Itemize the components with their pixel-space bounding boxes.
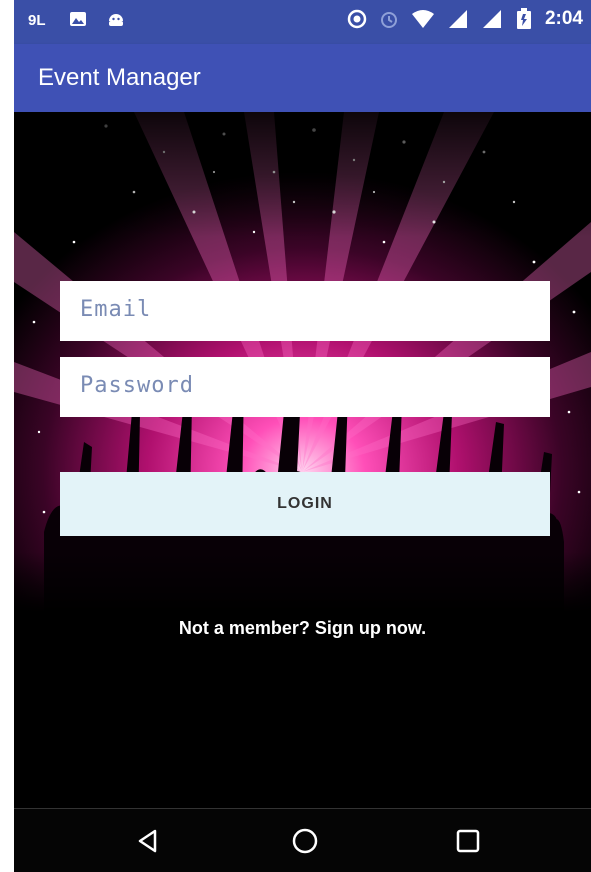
app-bar: Event Manager — [14, 44, 591, 112]
navigation-bar — [14, 808, 591, 872]
android-icon — [109, 14, 123, 26]
alarm-icon — [380, 12, 397, 28]
battery-icon — [516, 8, 531, 29]
signal-icon-2 — [482, 10, 501, 28]
svg-text:9L: 9L — [28, 12, 46, 29]
location-icon — [347, 9, 367, 29]
recents-button[interactable] — [448, 823, 488, 859]
back-icon — [138, 829, 157, 853]
login-button[interactable]: LOGIN — [60, 472, 550, 536]
phone-screen: 9L 2:04 Event Manager Email Password LOG… — [14, 0, 591, 872]
wifi-icon — [411, 10, 434, 28]
photo-icon — [70, 12, 86, 26]
home-button[interactable] — [285, 823, 325, 859]
app-title: Event Manager — [38, 64, 201, 91]
home-icon — [292, 828, 318, 854]
password-field[interactable]: Password — [60, 357, 550, 417]
login-screen: Email Password LOGIN Not a member? Sign … — [14, 112, 591, 808]
password-placeholder: Password — [80, 373, 194, 398]
data-saver-icon: 9L — [28, 12, 46, 29]
back-button[interactable] — [128, 823, 168, 859]
status-time: 2:04 — [544, 8, 583, 29]
signup-link[interactable]: Not a member? Sign up now. — [14, 618, 591, 639]
email-field[interactable]: Email — [60, 281, 550, 341]
status-bar: 9L 2:04 — [14, 0, 591, 44]
signal-icon — [448, 10, 467, 28]
recents-icon — [456, 829, 480, 853]
email-placeholder: Email — [80, 297, 152, 322]
